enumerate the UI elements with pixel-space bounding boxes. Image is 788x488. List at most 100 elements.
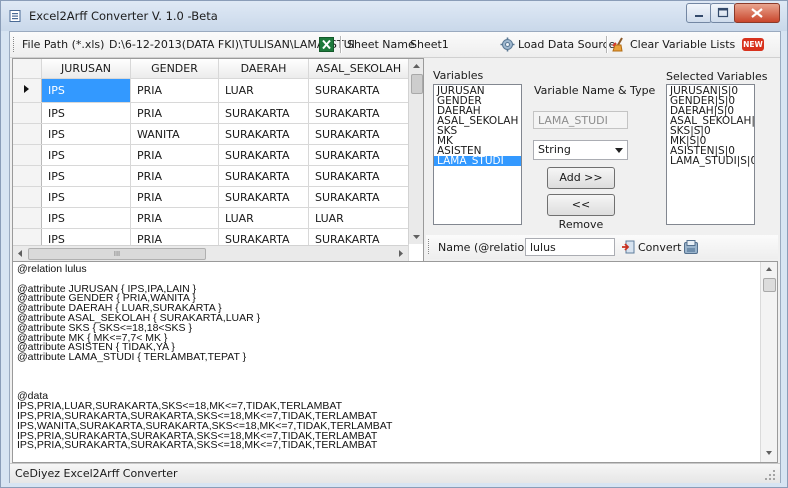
table-cell[interactable]: PRIA — [130, 78, 219, 103]
save-disk-icon[interactable] — [683, 239, 699, 255]
table-cell[interactable]: SURAKARTA — [218, 144, 309, 166]
sheet-name-value[interactable]: Sheet1 — [410, 38, 449, 51]
table-row[interactable]: IPS PRIA SURAKARTA SURAKARTA — [13, 186, 409, 208]
row-header[interactable] — [13, 165, 42, 187]
row-header[interactable] — [13, 144, 42, 166]
column-header[interactable]: DAERAH — [218, 59, 309, 79]
relation-name-input[interactable]: lulus — [525, 238, 615, 256]
app-icon — [9, 10, 21, 22]
sheet-name-label: Sheet Name — [347, 38, 415, 51]
convert-label: Convert — [638, 241, 682, 254]
close-icon — [751, 8, 763, 18]
clear-variable-lists-button[interactable]: Clear Variable Lists — [610, 34, 740, 55]
table-cell[interactable]: IPS — [41, 78, 131, 103]
data-grid[interactable]: JURUSAN GENDER DAERAH ASAL_SEKOLAH IPS PR… — [12, 58, 424, 262]
scroll-right-arrow-icon[interactable] — [394, 246, 408, 261]
table-row[interactable]: IPS PRIA SURAKARTA SURAKARTA — [13, 144, 409, 166]
close-button[interactable] — [734, 3, 780, 23]
grid-horizontal-scrollbar[interactable]: III — [13, 245, 408, 261]
table-row[interactable]: IPS PRIA LUAR LUAR — [13, 207, 409, 229]
row-header[interactable] — [13, 186, 42, 208]
add-variable-button[interactable]: Add >> — [547, 167, 615, 189]
minimize-button[interactable] — [686, 3, 712, 23]
table-row[interactable]: IPS PRIA SURAKARTA SURAKARTA — [13, 165, 409, 187]
column-header[interactable]: GENDER — [130, 59, 219, 79]
variables-listbox[interactable]: JURUSAN GENDER DAERAH ASAL_SEKOLAH SKS MK ASIS… — [433, 84, 522, 225]
table-cell[interactable]: PRIA — [130, 144, 219, 166]
table-cell[interactable]: IPS — [41, 207, 131, 229]
table-cell[interactable]: SURAKARTA — [218, 102, 309, 124]
clear-variable-lists-label: Clear Variable Lists — [630, 38, 736, 51]
table-cell[interactable]: SURAKARTA — [218, 165, 309, 187]
new-badge-text: NEW — [743, 40, 763, 49]
table-cell[interactable]: PRIA — [130, 186, 219, 208]
title-bar[interactable]: Excel2Arff Converter V. 1.0 -Beta — [1, 1, 787, 31]
resize-grip-icon[interactable] — [764, 469, 776, 481]
toolbar-separator — [606, 36, 608, 53]
variable-type-select[interactable]: String — [533, 140, 628, 160]
table-cell[interactable]: IPS — [41, 102, 131, 124]
table-cell[interactable]: SURAKARTA — [308, 186, 409, 208]
table-cell[interactable]: SURAKARTA — [308, 144, 409, 166]
table-cell[interactable]: LUAR — [308, 207, 409, 229]
arff-output-textarea[interactable]: @relation lulus @attribute JURUSAN { IPS… — [12, 261, 778, 463]
toolbar-grip[interactable] — [428, 239, 431, 254]
maximize-icon — [717, 7, 729, 18]
table-cell[interactable]: SURAKARTA — [308, 123, 409, 145]
table-cell[interactable]: SURAKARTA — [308, 78, 409, 103]
table-row[interactable]: IPS PRIA LUAR SURAKARTA — [13, 78, 409, 103]
variable-type-value: String — [538, 143, 571, 156]
table-row[interactable]: IPS PRIA SURAKARTA SURAKARTA — [13, 102, 409, 124]
table-row[interactable]: IPSWANITASURAKARTASURAKARTA — [13, 123, 409, 145]
table-cell[interactable]: IPS — [41, 186, 131, 208]
table-cell[interactable]: WANITA — [130, 123, 219, 145]
variable-panel: Variables JURUSAN GENDER DAERAH ASAL_SEKOLA… — [426, 58, 778, 236]
scroll-up-arrow-icon[interactable] — [409, 59, 424, 73]
row-header[interactable] — [13, 123, 42, 145]
minimize-icon — [695, 15, 703, 17]
table-cell[interactable]: PRIA — [130, 102, 219, 124]
table-cell[interactable]: SURAKARTA — [218, 186, 309, 208]
remove-variable-button[interactable]: << Remove — [547, 194, 615, 231]
table-cell[interactable]: IPS — [41, 165, 131, 187]
row-header[interactable] — [13, 102, 42, 124]
table-cell[interactable]: SURAKARTA — [308, 165, 409, 187]
table-cell[interactable]: SURAKARTA — [308, 102, 409, 124]
toolbar: File Path (*.xls) D:\6-12-2013(DATA FKI)… — [10, 32, 780, 58]
load-data-source-label: Load Data Source — [518, 38, 616, 51]
maximize-button[interactable] — [710, 3, 736, 23]
excel-file-icon[interactable] — [319, 37, 334, 52]
table-cell[interactable]: LUAR — [218, 78, 309, 103]
table-cell[interactable]: LUAR — [218, 207, 309, 229]
output-vertical-scroll-thumb[interactable] — [763, 278, 776, 292]
grid-horizontal-scroll-thumb[interactable]: III — [28, 248, 206, 260]
toolbar-grip[interactable] — [13, 37, 16, 52]
column-header[interactable]: JURUSAN — [41, 59, 131, 79]
output-vertical-scrollbar[interactable] — [760, 262, 777, 462]
row-header[interactable] — [13, 78, 42, 103]
variable-name-input[interactable]: LAMA_STUDI — [533, 111, 628, 129]
load-data-source-button[interactable]: Load Data Source — [498, 34, 615, 55]
window-title: Excel2Arff Converter V. 1.0 -Beta — [29, 9, 218, 23]
table-cell[interactable]: PRIA — [130, 165, 219, 187]
grid-vertical-scrollbar[interactable] — [408, 59, 424, 244]
selected-variable-item[interactable]: LAMA_STUDI|S|0 — [667, 156, 754, 167]
grid-vertical-scroll-thumb[interactable] — [411, 74, 423, 94]
row-header[interactable] — [13, 207, 42, 229]
scroll-down-arrow-icon[interactable] — [409, 230, 424, 244]
broom-icon — [612, 37, 623, 52]
variable-list-item[interactable]: LAMA_STUDI — [434, 156, 521, 166]
column-header[interactable]: ASAL_SEKOLAH — [308, 59, 409, 79]
scroll-left-arrow-icon[interactable] — [13, 246, 27, 261]
table-cell[interactable]: IPS — [41, 123, 131, 145]
table-cell[interactable]: IPS — [41, 144, 131, 166]
table-cell[interactable]: PRIA — [130, 207, 219, 229]
scroll-down-arrow-icon[interactable] — [761, 446, 777, 460]
scroll-up-arrow-icon[interactable] — [761, 262, 777, 276]
row-header-corner — [13, 59, 42, 79]
selected-variables-label: Selected Variables — [666, 70, 768, 83]
convert-button[interactable]: Convert — [619, 237, 682, 257]
selected-variables-listbox[interactable]: JURUSAN|S|0 GENDER|S|0 DAERAH|S|0 ASAL_SEKO… — [666, 84, 755, 225]
app-window: Excel2Arff Converter V. 1.0 -Beta File P… — [0, 0, 788, 488]
table-cell[interactable]: SURAKARTA — [218, 123, 309, 145]
